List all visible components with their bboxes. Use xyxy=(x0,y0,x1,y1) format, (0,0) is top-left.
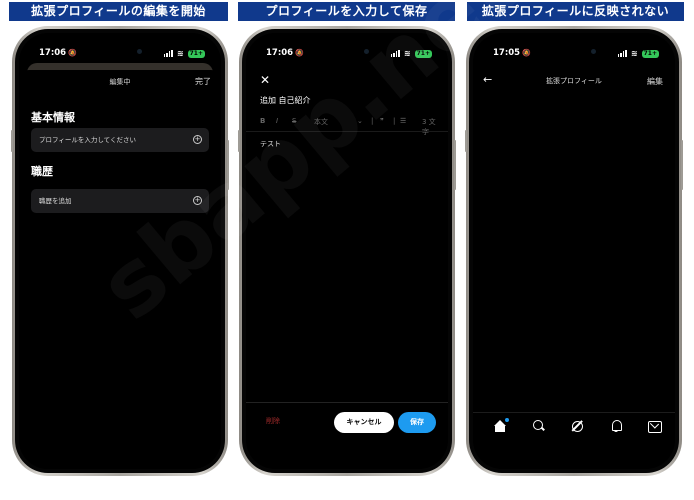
search-icon[interactable] xyxy=(532,419,546,433)
chevron-down-icon[interactable]: ⌄ xyxy=(357,117,363,125)
wifi-icon: ≋ xyxy=(403,49,411,58)
basic-info-field-label: プロフィールを入力してください xyxy=(39,136,136,144)
strike-button[interactable]: S xyxy=(292,117,296,125)
volume-button xyxy=(238,130,240,152)
phone-not-reflected: 17:05 🔕 ≋ 71+ ← 拡張プロフィール 編集 xyxy=(466,26,682,476)
battery-badge: 71+ xyxy=(187,49,205,58)
screen-input-save: 17:06 🔕 ≋ 71+ ✕ 追加 自己紹介 B I S 本文 ⌄ | ❞ | … xyxy=(246,33,448,469)
list-icon[interactable]: ☰ xyxy=(400,117,406,125)
side-button xyxy=(454,140,456,190)
status-bar: 17:06 🔕 ≋ 71+ xyxy=(246,48,448,62)
signal-icon xyxy=(390,50,400,57)
home-icon[interactable] xyxy=(493,418,509,433)
signal-icon xyxy=(617,50,627,57)
status-time: 17:06 xyxy=(266,48,294,58)
job-history-field[interactable]: 職歴を追加 + xyxy=(31,189,209,213)
volume-button xyxy=(465,130,467,152)
format-toolbar: B I S 本文 ⌄ | ❞ | ☰ 3 文字 xyxy=(260,117,438,136)
edit-button[interactable]: 編集 xyxy=(647,76,663,87)
screen-edit-start: 17:06 🔕 ≋ 71+ 編集中 完了 基本情報 プロフィールを入力してください… xyxy=(19,33,221,469)
delete-button[interactable]: 削除 xyxy=(266,416,280,426)
notification-dot xyxy=(505,418,509,422)
banner-step-3: 拡張プロフィールに反映されない xyxy=(467,2,684,21)
text-style-select[interactable]: 本文 xyxy=(314,117,328,127)
bell-silent-icon: 🔕 xyxy=(68,49,77,57)
status-bar: 17:05 🔕 ≋ 71+ xyxy=(473,48,675,62)
footer-divider xyxy=(246,402,448,403)
add-circle-icon[interactable]: + xyxy=(193,196,202,205)
editor-body[interactable]: テスト xyxy=(260,139,281,149)
done-button[interactable]: 完了 xyxy=(195,76,211,87)
divider: | xyxy=(393,117,396,125)
cancel-button[interactable]: キャンセル xyxy=(334,412,394,433)
screen-not-reflected: 17:05 🔕 ≋ 71+ ← 拡張プロフィール 編集 xyxy=(473,33,675,469)
banner-step-1: 拡張プロフィールの編集を開始 xyxy=(9,2,228,21)
add-circle-icon[interactable]: + xyxy=(193,135,202,144)
phone-edit-start: 17:06 🔕 ≋ 71+ 編集中 完了 基本情報 プロフィールを入力してください… xyxy=(12,26,228,476)
editor-title: 追加 自己紹介 xyxy=(260,96,311,105)
bell-silent-icon: 🔕 xyxy=(522,49,531,57)
grok-icon[interactable] xyxy=(570,419,584,433)
divider: | xyxy=(371,117,374,125)
wifi-icon: ≋ xyxy=(176,49,184,58)
status-time: 17:06 xyxy=(39,48,67,58)
messages-icon[interactable] xyxy=(647,419,662,433)
sheet-title: 編集中 xyxy=(109,78,131,86)
italic-button[interactable]: I xyxy=(276,117,278,125)
page-title: 拡張プロフィール xyxy=(546,77,602,85)
quote-icon[interactable]: ❞ xyxy=(380,117,384,125)
battery-badge: 71+ xyxy=(414,49,432,58)
tabbar-divider xyxy=(473,412,675,413)
battery-badge: 71+ xyxy=(641,49,659,58)
close-icon[interactable]: ✕ xyxy=(260,73,270,87)
job-history-field-label: 職歴を追加 xyxy=(39,197,72,205)
status-time: 17:05 xyxy=(493,48,521,58)
bold-button[interactable]: B xyxy=(260,117,265,125)
section-job-history: 職歴 xyxy=(31,165,53,178)
banner-step-2: プロフィールを入力して保存 xyxy=(238,2,455,21)
signal-icon xyxy=(163,50,173,57)
save-button[interactable]: 保存 xyxy=(398,412,436,433)
phone-input-save: 17:06 🔕 ≋ 71+ ✕ 追加 自己紹介 B I S 本文 ⌄ | ❞ | … xyxy=(239,26,455,476)
basic-info-field[interactable]: プロフィールを入力してください + xyxy=(31,128,209,152)
status-bar: 17:06 🔕 ≋ 71+ xyxy=(19,48,221,62)
bell-silent-icon: 🔕 xyxy=(295,49,304,57)
notifications-icon[interactable] xyxy=(609,419,623,433)
char-count: 3 文字 xyxy=(422,118,436,136)
toolbar-divider xyxy=(246,131,448,132)
volume-button xyxy=(11,130,13,152)
side-button xyxy=(681,140,683,190)
wifi-icon: ≋ xyxy=(630,49,638,58)
section-basic-info: 基本情報 xyxy=(31,111,75,124)
side-button xyxy=(227,140,229,190)
